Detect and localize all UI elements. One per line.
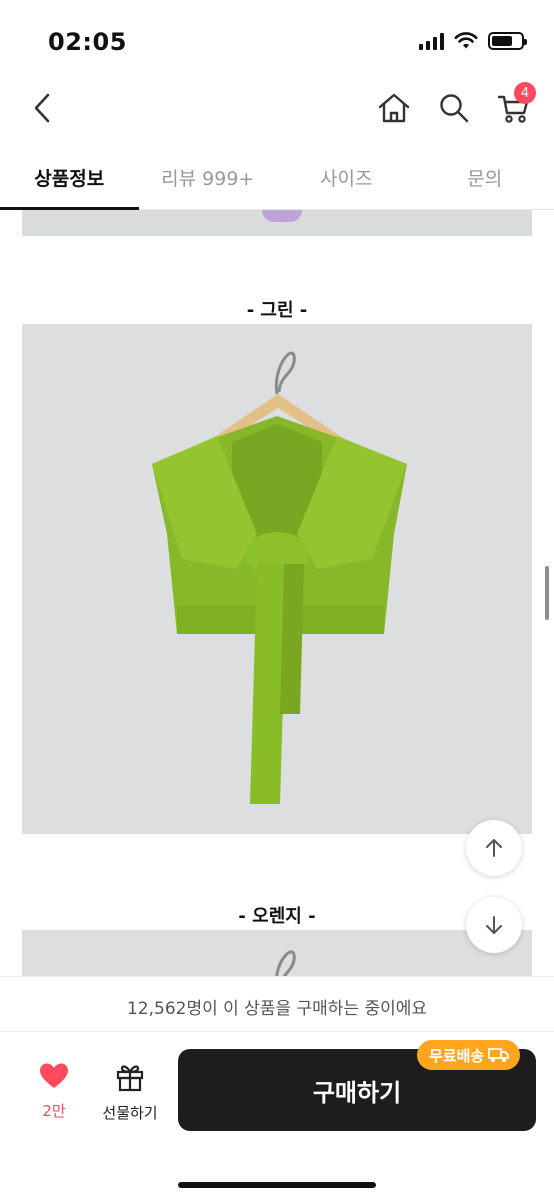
cart-count-badge: 4: [514, 82, 536, 104]
heart-icon: [40, 1063, 68, 1088]
section-title-green: - 그린 -: [246, 300, 308, 321]
cart-button[interactable]: 4: [492, 82, 536, 130]
like-button[interactable]: 2만: [28, 1062, 80, 1121]
previous-product-image: [22, 210, 532, 236]
gift-button[interactable]: 선물하기: [98, 1062, 162, 1123]
status-icons: [419, 32, 527, 50]
gift-icon: [116, 1065, 144, 1092]
search-icon: [440, 94, 469, 123]
free-shipping-label: 무료배송: [429, 1046, 485, 1065]
product-tabs: 상품정보 리뷰 999+ 사이즈 문의: [0, 150, 554, 210]
tab-reviews[interactable]: 리뷰 999+: [139, 150, 278, 209]
battery-icon: [488, 32, 527, 50]
buyer-notice: 12,562명이 이 상품을 구매하는 중이에요: [0, 976, 554, 1032]
like-count: 2만: [42, 1102, 66, 1120]
wifi-icon: [454, 32, 478, 49]
product-image-green: [22, 324, 532, 834]
scroll-indicator[interactable]: [545, 566, 549, 620]
scroll-bottom-button[interactable]: [466, 897, 522, 953]
arrow-up-icon: [486, 839, 502, 857]
signal-icon: [419, 32, 444, 50]
chevron-left-icon: [34, 93, 50, 123]
gift-label: 선물하기: [102, 1104, 158, 1122]
product-image-orange: [22, 930, 532, 976]
tab-inquiry[interactable]: 문의: [416, 150, 554, 209]
status-time: 02:05: [48, 28, 127, 56]
home-indicator: [178, 1182, 376, 1188]
tab-product-info[interactable]: 상품정보: [0, 150, 139, 210]
search-button[interactable]: [434, 86, 474, 130]
arrow-down-icon: [486, 916, 502, 934]
truck-icon: [488, 1048, 510, 1062]
tab-size[interactable]: 사이즈: [277, 150, 416, 209]
home-button[interactable]: [374, 86, 414, 130]
home-icon: [378, 93, 410, 123]
green-scarf-vest-image: [22, 324, 532, 834]
scroll-top-button[interactable]: [466, 820, 522, 876]
top-nav: 4: [0, 80, 554, 136]
free-shipping-badge: 무료배송: [417, 1040, 521, 1070]
bottom-action-bar: 2만 선물하기 구매하기 무료배송: [0, 1032, 554, 1200]
status-bar: 02:05: [0, 0, 554, 80]
back-button[interactable]: [22, 86, 62, 130]
